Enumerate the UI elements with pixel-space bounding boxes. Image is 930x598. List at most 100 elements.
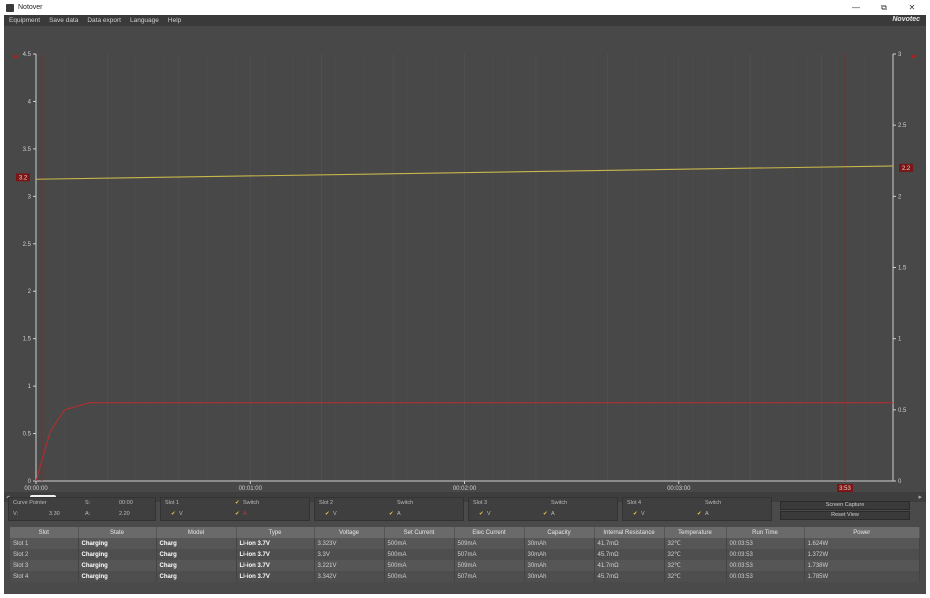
cell-power: 1.624W: [804, 538, 920, 549]
slot3-panel: Slot 3 Switch ✔ V ✔ A: [468, 497, 618, 521]
col-power[interactable]: Power: [804, 527, 920, 538]
scroll-right-icon[interactable]: ▸: [918, 493, 922, 501]
col-voltage[interactable]: Voltage: [314, 527, 385, 538]
screen-capture-button[interactable]: Screen Capture: [780, 501, 910, 510]
a-label: A:: [85, 511, 91, 517]
cell-voltage: 3.221V: [314, 560, 385, 571]
slot3-label: Slot 3: [473, 500, 488, 506]
cell-state: Charging: [78, 571, 157, 582]
cell-slot: Slot 3: [10, 560, 79, 571]
cell-state: Charging: [78, 538, 157, 549]
cell-power: 1.785W: [804, 571, 920, 582]
cell-capacity: 30mAh: [524, 538, 595, 549]
y-tick-label-left: 3.5: [23, 147, 32, 153]
menu-help[interactable]: Help: [168, 17, 181, 24]
cell-run-time: 00:03:53: [726, 560, 805, 571]
cell-elec-current: 509mA: [454, 560, 525, 571]
table-row[interactable]: Slot 1 Charging Charg Li-ion 3.7V 3.323V 500m…: [10, 538, 920, 549]
a2-checkbox[interactable]: ✔: [389, 511, 394, 517]
col-slot[interactable]: Slot: [10, 527, 79, 538]
y-tick-label-left: 1: [28, 384, 32, 390]
col-state[interactable]: State: [78, 527, 157, 538]
v3-checkbox[interactable]: ✔: [479, 511, 484, 517]
menu-equipment[interactable]: Equipment: [9, 17, 40, 24]
cell-state: Charging: [78, 549, 157, 560]
cell-power: 1.372W: [804, 549, 920, 560]
table-header: Slot State Model Type Voltage Set Curren…: [10, 527, 920, 538]
corner-marker-left: [14, 55, 18, 58]
y-tick-label-left: 2: [28, 289, 32, 295]
cell-slot: Slot 4: [10, 571, 79, 582]
a4-checkbox[interactable]: ✔: [697, 511, 702, 517]
a1-label: A: [243, 511, 247, 517]
table-row[interactable]: Slot 4 Charging Charg Li-ion 3.7V 3.342V 500m…: [10, 571, 920, 582]
v2-checkbox[interactable]: ✔: [325, 511, 330, 517]
col-set-current[interactable]: Set Current: [384, 527, 455, 538]
s-value: 00:00: [119, 500, 133, 506]
maximize-button[interactable]: ⧉: [870, 0, 898, 15]
cell-capacity: 30mAh: [524, 571, 595, 582]
y-tick-label-left: 0.5: [23, 432, 32, 438]
switch2-label: Switch: [397, 500, 414, 506]
reset-view-button[interactable]: Reset View: [780, 511, 910, 520]
cell-set-current: 500mA: [384, 538, 455, 549]
corner-marker-right: [912, 55, 916, 58]
y-tick-label-right: 1.5: [898, 266, 907, 272]
right-value-marker-label: 2.2: [902, 166, 911, 172]
left-value-marker-label: 3.2: [19, 175, 28, 181]
menu-save-data[interactable]: Save data: [49, 17, 78, 24]
cell-type: Li-ion 3.7V: [236, 571, 315, 582]
v-label: V:: [13, 511, 18, 517]
a3-checkbox[interactable]: ✔: [543, 511, 548, 517]
v1-label: V: [179, 511, 183, 517]
v4-label: V: [641, 511, 645, 517]
app-icon: [6, 3, 14, 12]
switch3-label: Switch: [551, 500, 568, 506]
a1-checkbox[interactable]: ✔: [235, 511, 240, 517]
cell-type: Li-ion 3.7V: [236, 549, 315, 560]
cell-type: Li-ion 3.7V: [236, 538, 315, 549]
menu-data-export[interactable]: Data export: [87, 17, 121, 24]
cell-elec-current: 509mA: [454, 538, 525, 549]
col-run-time[interactable]: Run Time: [726, 527, 805, 538]
col-model[interactable]: Model: [156, 527, 237, 538]
switch1-label: Switch: [243, 500, 260, 506]
slot1-label: Slot 1: [165, 500, 180, 506]
app-body: Equipment Save data Data export Language…: [4, 15, 926, 594]
table-row[interactable]: Slot 2 Charging Charg Li-ion 3.7V 3.3V 500mA 5…: [10, 549, 920, 560]
minimize-button[interactable]: —: [842, 0, 870, 15]
col-type[interactable]: Type: [236, 527, 315, 538]
menu-language[interactable]: Language: [130, 17, 159, 24]
slot4-label: Slot 4: [627, 500, 642, 506]
title-bar: Notover — ⧉ ✕: [0, 0, 930, 15]
cell-capacity: 30mAh: [524, 549, 595, 560]
cell-set-current: 500mA: [384, 571, 455, 582]
cursor-panel: Curve Pointer S: 00:00 V: 3.30 A: 2.20: [8, 497, 156, 521]
y-tick-label-left: 1.5: [23, 337, 32, 343]
y-tick-label-left: 4.5: [23, 52, 32, 58]
table-row[interactable]: Slot 3 Charging Charg Li-ion 3.7V 3.221V 500m…: [10, 560, 920, 571]
a2-label: A: [397, 511, 401, 517]
cell-run-time: 00:03:53: [726, 538, 805, 549]
cell-model: Charg: [156, 549, 237, 560]
cell-internal-resistance: 41.7mΩ: [594, 560, 665, 571]
y-tick-label-right: 0: [898, 479, 902, 485]
y-tick-label-left: 4: [28, 99, 32, 105]
col-elec-current[interactable]: Elec Current: [454, 527, 525, 538]
y-tick-label-right: 1: [898, 337, 902, 343]
col-temperature[interactable]: Temperature: [664, 527, 727, 538]
cell-model: Charg: [156, 560, 237, 571]
v4-checkbox[interactable]: ✔: [633, 511, 638, 517]
a4-label: A: [705, 511, 709, 517]
switch1-checkbox[interactable]: ✔: [235, 500, 240, 506]
col-internal-resistance[interactable]: Internal Resistance: [594, 527, 665, 538]
close-button[interactable]: ✕: [898, 0, 926, 15]
col-capacity[interactable]: Capacity: [524, 527, 595, 538]
cell-slot: Slot 2: [10, 549, 79, 560]
chart-area[interactable]: 0 0.5 1 1.5 2 2.5 3 3.5 4 4.5 0 0.5 1 1.5 2 2.5 3 00:00:0…: [4, 26, 926, 492]
a3-label: A: [551, 511, 555, 517]
line-chart[interactable]: 00.511.522.533.544.500.511.522.5300:00:0…: [4, 26, 926, 492]
v1-checkbox[interactable]: ✔: [171, 511, 176, 517]
s-label: S:: [85, 500, 91, 506]
slot2-label: Slot 2: [319, 500, 334, 506]
